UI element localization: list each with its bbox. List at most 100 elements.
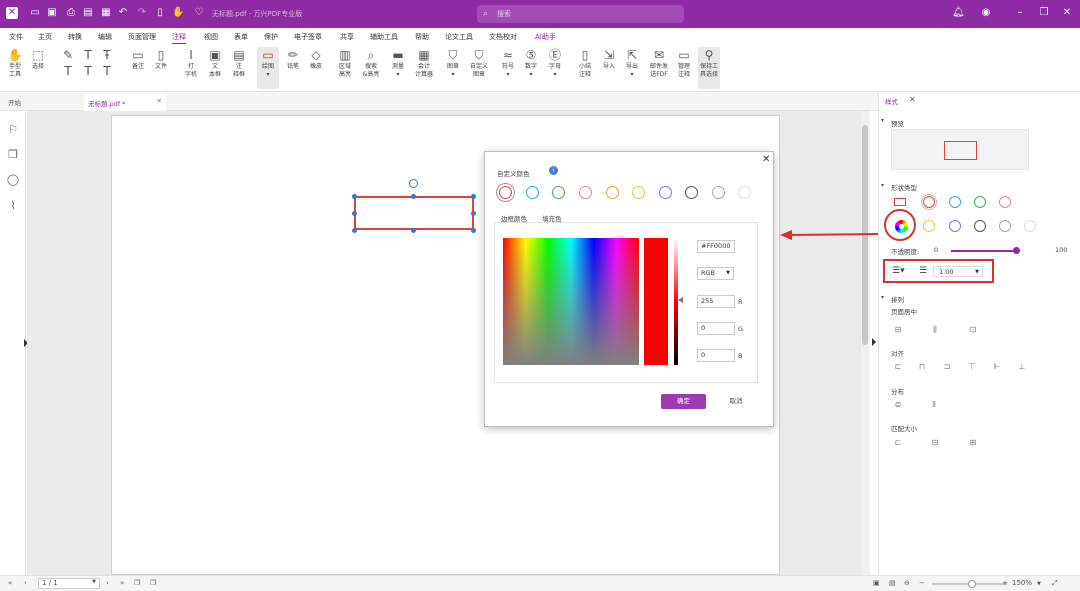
import-button[interactable]: ⇲ 导入 [602, 47, 616, 71]
resize-handle[interactable] [471, 194, 476, 199]
collapse-icon[interactable]: ▾ [881, 182, 884, 189]
panel-color-swatch[interactable] [999, 220, 1011, 232]
match-width-icon[interactable]: ⊏ [893, 438, 903, 448]
manage-annot-button[interactable]: ▭ 管理 注释 [675, 47, 693, 79]
zoom-minus-icon[interactable]: − [919, 579, 925, 587]
color-swatch[interactable] [738, 186, 751, 199]
file-icon[interactable]: ▯ [154, 7, 166, 19]
favorite-icon[interactable]: ♡ [193, 7, 205, 19]
match-height-icon[interactable]: ⊟ [930, 438, 940, 448]
redo-icon[interactable]: ↷ [136, 7, 148, 19]
menu-page-manage[interactable]: 页面管理 [128, 32, 156, 42]
hand-tool-button[interactable]: ✋ 手型 工具 [6, 47, 24, 79]
blue-input[interactable]: 0 [697, 349, 735, 362]
menu-help[interactable]: 帮助 [415, 32, 429, 42]
align-left-icon[interactable]: ⊏ [893, 362, 903, 372]
panel-color-swatch[interactable] [999, 196, 1011, 208]
menu-protect[interactable]: 保护 [264, 32, 278, 42]
calculator-button[interactable]: ▦ 会计 计算器 [414, 47, 434, 79]
resize-handle[interactable] [411, 194, 416, 199]
measure-button[interactable]: ▬ 测量 ▾ [390, 47, 406, 79]
align-right-icon[interactable]: ⊐ [942, 362, 952, 372]
center-vertical-icon[interactable]: ⫼ [930, 325, 940, 335]
menu-share[interactable]: 共享 [340, 32, 354, 42]
minimize-icon[interactable]: – [1014, 7, 1026, 19]
callout-button[interactable]: ▤ 注 释框 [231, 47, 247, 79]
color-swatch[interactable] [712, 186, 725, 199]
next-page-icon[interactable]: › [106, 579, 109, 587]
text-tool-button[interactable]: TT [82, 47, 94, 79]
area-highlight-button[interactable]: ▥ 区域 高亮 [336, 47, 354, 79]
close-icon[interactable]: ✕ [1061, 7, 1073, 19]
resize-handle[interactable] [352, 211, 357, 216]
export-icon[interactable]: ▦ [100, 7, 112, 19]
color-swatch[interactable] [579, 186, 592, 199]
panel-color-swatch[interactable] [974, 220, 986, 232]
search-highlight-button[interactable]: ⌕ 搜索 &高亮 [361, 47, 381, 79]
highlight-tool-button[interactable]: ✎ T [62, 47, 74, 79]
menu-proofread[interactable]: 文档校对 [489, 32, 517, 42]
menu-ai-assistant[interactable]: AI助手 [535, 32, 556, 42]
center-horizontal-icon[interactable]: ⊟ [893, 325, 903, 335]
collapse-icon[interactable]: ▾ [881, 117, 884, 124]
attachment-icon[interactable]: ⌇ [6, 199, 20, 213]
rotate-handle-icon[interactable] [409, 179, 418, 188]
panel-color-swatch[interactable] [921, 194, 937, 210]
single-page-icon[interactable]: ❐ [134, 579, 140, 587]
line-style-icon[interactable]: ☰▾ [892, 266, 905, 276]
color-spectrum[interactable] [503, 238, 639, 365]
align-bottom-icon[interactable]: ⊥ [1017, 362, 1027, 372]
tab-home[interactable]: 开始 [8, 97, 21, 107]
rectangle-annotation[interactable] [354, 196, 474, 230]
menu-convert[interactable]: 转换 [68, 32, 82, 42]
distribute-horizontal-icon[interactable]: ⊜ [893, 400, 903, 410]
attach-file-button[interactable]: ▯ 文件 [154, 47, 168, 71]
open-folder-icon[interactable]: ▭ [29, 7, 41, 19]
symbol-button[interactable]: ≈ 符号 ▾ [501, 47, 515, 79]
tab-style[interactable]: 样式 [885, 96, 898, 106]
fit-width-icon[interactable]: ▤ [889, 579, 896, 587]
color-mode-select[interactable]: RGB ▼ [697, 267, 734, 280]
custom-stamp-button[interactable]: ⛉ 自定义 图章 [468, 47, 490, 79]
menu-file[interactable]: 文件 [9, 32, 23, 42]
last-page-icon[interactable]: » [120, 579, 124, 587]
panel-color-swatch[interactable] [949, 196, 961, 208]
bookmark-icon[interactable]: ⚐ [6, 123, 20, 137]
text-insert-tool-button[interactable]: ŦT [101, 47, 113, 79]
summary-button[interactable]: ▯ 小结 注释 [576, 47, 594, 79]
match-both-icon[interactable]: ⊞ [968, 438, 978, 448]
prev-page-icon[interactable]: ‹ [24, 579, 27, 587]
panel-color-swatch[interactable] [1024, 220, 1036, 232]
zoom-slider-knob[interactable] [968, 580, 976, 588]
align-center-icon[interactable]: ⊓ [917, 362, 927, 372]
menu-edit[interactable]: 编辑 [98, 32, 112, 42]
hex-input[interactable]: #FF0000 [697, 240, 735, 253]
color-swatch[interactable] [526, 186, 539, 199]
notification-icon[interactable]: 🔔︎ [952, 7, 965, 19]
resize-handle[interactable] [352, 228, 357, 233]
letter-button[interactable]: Ⓔ 字母 ▾ [548, 47, 562, 79]
zoom-level[interactable]: 150% [1012, 579, 1032, 587]
resize-handle[interactable] [352, 194, 357, 199]
panel-color-swatch[interactable] [923, 220, 935, 232]
color-swatch[interactable] [632, 186, 645, 199]
page-number-input[interactable]: 1 / 1 ▼ [38, 578, 100, 589]
undo-icon[interactable]: ↶ [117, 7, 129, 19]
comment-icon[interactable]: ◯ [6, 173, 20, 187]
print-icon[interactable]: ⎙ [65, 7, 77, 19]
first-page-icon[interactable]: « [8, 579, 12, 587]
keep-tool-selected-button[interactable]: ⚲ 保持工 具选择 [698, 47, 720, 89]
menu-view[interactable]: 视图 [204, 32, 218, 42]
center-both-icon[interactable]: ⊡ [968, 325, 978, 335]
zoom-out-icon[interactable]: ⊖ [904, 579, 910, 587]
menu-form[interactable]: 表单 [234, 32, 248, 42]
distribute-vertical-icon[interactable]: ⫴ [929, 400, 939, 410]
restore-icon[interactable]: ❐ [1038, 7, 1050, 19]
red-input[interactable]: 255 [697, 295, 735, 308]
account-icon[interactable]: ◉ [980, 7, 992, 19]
fit-page-icon[interactable]: ▣ [873, 579, 880, 587]
cancel-button[interactable]: 取消 [721, 394, 751, 409]
select-tool-button[interactable]: ⬚ 选择 [30, 47, 46, 71]
textbox-button[interactable]: ▣ 文 本框 [207, 47, 223, 79]
align-top-icon[interactable]: ⊤ [967, 362, 977, 372]
